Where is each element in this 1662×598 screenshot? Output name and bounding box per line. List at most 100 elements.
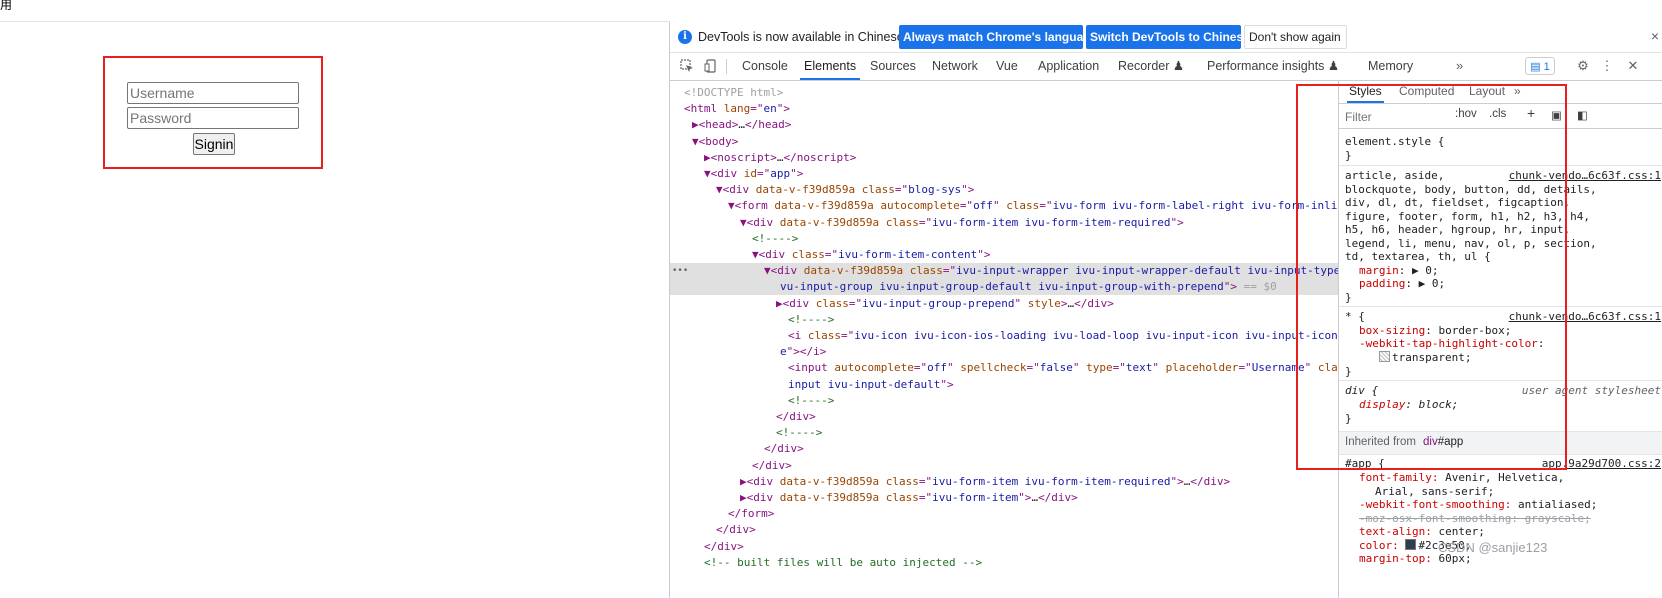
paint-icon[interactable]: ▣ [1551, 108, 1562, 122]
close-icon[interactable]: × [1651, 28, 1659, 44]
issues-badge[interactable]: ▤ 1 [1525, 57, 1555, 75]
close-devtools-icon[interactable]: ✕ [1626, 59, 1640, 73]
styles-filter-input[interactable] [1343, 106, 1447, 127]
watermark: CSDN @sanjie123 [1438, 540, 1548, 555]
device-toolbar-icon[interactable] [704, 59, 718, 73]
inherited-element-link[interactable]: div#app [1423, 436, 1463, 448]
rule3-selector: div { [1345, 384, 1379, 397]
info-icon: i [678, 30, 692, 44]
dom-node-line[interactable]: ▶<div data-v-f39d859a class="ivu-form-it… [670, 474, 1338, 490]
dom-node-line[interactable]: ▼<div data-v-f39d859a class="blog-sys"> [670, 182, 1338, 198]
dom-node-line[interactable]: ▼<div id="app"> [670, 166, 1338, 182]
dom-node-line[interactable]: <!-- built files will be auto injected -… [670, 555, 1338, 571]
dom-node-line[interactable]: ▼<body> [670, 134, 1338, 150]
more-subtabs-icon[interactable]: » [1514, 81, 1521, 103]
dom-node-line[interactable]: </form> [670, 506, 1338, 522]
css-property[interactable]: -webkit-tap-highlight-color: [1359, 337, 1544, 351]
dom-node-line[interactable]: <!----> [670, 312, 1338, 328]
tab-layout[interactable]: Layout [1469, 81, 1505, 103]
rule-source-link[interactable]: chunk-vendo…6c63f.css:1 [1509, 169, 1661, 182]
dom-node-line[interactable]: <html lang="en"> [670, 101, 1338, 117]
rule-divider [1339, 380, 1662, 381]
dom-node-line[interactable]: <!----> [670, 393, 1338, 409]
closing-brace: } [1345, 365, 1352, 378]
dom-node-line[interactable]: <!DOCTYPE html> [670, 85, 1338, 101]
dom-node-line[interactable]: <i class="ivu-icon ivu-icon-ios-loading … [670, 328, 1338, 344]
elements-tree[interactable]: <!DOCTYPE html> <html lang="en"> ▶<head>…<… [670, 81, 1338, 598]
rule1-selector-line: legend, li, menu, nav, ol, p, section, [1345, 236, 1597, 250]
dom-node-line[interactable]: ▶<div data-v-f39d859a class="ivu-form-it… [670, 490, 1338, 506]
rule4-selector: #app { [1345, 457, 1385, 470]
web-page-viewport: 用 Signin [0, 0, 670, 598]
dom-node-line[interactable]: </div> [670, 458, 1338, 474]
dom-node-line[interactable]: ▼<div data-v-f39d859a class="ivu-input-w… [670, 263, 1338, 280]
dom-node-line[interactable]: e"></i> [670, 344, 1338, 360]
tab-performance-insights[interactable]: Performance insights ♟ [1207, 53, 1339, 80]
tab-sources[interactable]: Sources [870, 53, 916, 80]
issues-count: 1 [1543, 61, 1550, 73]
devtools-tabbar: Console Elements Sources Network Vue App… [670, 53, 1662, 81]
dom-node-line[interactable]: ▼<form data-v-f39d859a autocomplete="off… [670, 198, 1338, 214]
inherited-label: Inherited from [1345, 436, 1416, 448]
devtools-panel: i DevTools is now available in Chinese! … [669, 22, 1662, 598]
match-language-button[interactable]: Always match Chrome's language [899, 25, 1097, 49]
css-property[interactable]: -webkit-font-smoothing: antialiased; [1359, 498, 1597, 512]
css-property[interactable]: text-align: center; [1359, 525, 1485, 539]
rule-source-link[interactable]: app.9a29d700.css:2 [1542, 457, 1661, 470]
css-property[interactable]: font-family: Avenir, Helvetica, [1359, 471, 1564, 485]
sidebar-toggle-icon[interactable]: ◧ [1577, 108, 1588, 122]
dom-node-line[interactable]: </div> [670, 441, 1338, 457]
styles-subtabs: Styles Computed Layout » [1339, 81, 1662, 104]
rule-source-link[interactable]: chunk-vendo…6c63f.css:1 [1509, 310, 1661, 323]
color-swatch[interactable] [1405, 538, 1417, 550]
hover-state-toggle[interactable]: :hov [1455, 108, 1477, 120]
dom-node-line[interactable]: </div> [670, 539, 1338, 555]
css-property[interactable]: padding: ▶ 0; [1359, 277, 1445, 291]
css-property[interactable]: Arial, sans-serif; [1375, 485, 1494, 499]
dom-node-line[interactable]: ▶<div class="ivu-input-group-prepend" st… [670, 296, 1338, 312]
dom-node-line[interactable]: <!----> [670, 231, 1338, 247]
username-input[interactable] [127, 82, 299, 104]
more-tabs-icon[interactable]: » [1456, 58, 1463, 73]
dom-node-line[interactable]: <!----> [670, 425, 1338, 441]
tab-memory[interactable]: Memory [1368, 53, 1413, 80]
dom-node-line[interactable]: </div> [670, 522, 1338, 538]
css-property[interactable]: -moz-osx-font-smoothing: grayscale; [1359, 512, 1591, 526]
inherited-header: Inherited from div#app [1339, 431, 1662, 455]
signin-button[interactable]: Signin [193, 133, 235, 155]
tab-recorder[interactable]: Recorder ♟ [1118, 53, 1184, 80]
css-value: transparent; [1379, 351, 1471, 365]
dom-node-line[interactable]: input ivu-input-default"> [670, 377, 1338, 393]
dom-node-line[interactable]: <input autocomplete="off" spellcheck="fa… [670, 360, 1338, 376]
dom-node-line[interactable]: ▼<div class="ivu-form-item-content"> [670, 247, 1338, 263]
inspect-element-icon[interactable] [680, 59, 694, 73]
switch-to-chinese-button[interactable]: Switch DevTools to Chinese [1086, 25, 1250, 49]
color-swatch[interactable] [1379, 351, 1390, 362]
tab-application[interactable]: Application [1038, 53, 1099, 80]
dom-node-line[interactable]: vu-input-group ivu-input-group-default i… [670, 279, 1338, 296]
tab-vue[interactable]: Vue [996, 53, 1018, 80]
dom-node-line[interactable]: ▶<noscript>…</noscript> [670, 150, 1338, 166]
tab-console[interactable]: Console [742, 53, 788, 80]
kebab-menu-icon[interactable]: ⋮ [1600, 59, 1614, 73]
toolbar-separator [726, 59, 727, 74]
tab-computed[interactable]: Computed [1399, 81, 1454, 103]
closing-brace: } [1345, 412, 1352, 425]
password-input[interactable] [127, 107, 299, 129]
tab-network[interactable]: Network [932, 53, 978, 80]
css-property[interactable]: box-sizing: border-box; [1359, 324, 1511, 338]
dom-node-line[interactable]: ▶<head>…</head> [670, 117, 1338, 133]
rule2-selector: * { [1345, 310, 1365, 323]
class-toggle[interactable]: .cls [1489, 108, 1506, 120]
tab-elements[interactable]: Elements [800, 53, 861, 80]
dont-show-again-button[interactable]: Don't show again [1244, 25, 1347, 49]
dom-node-line[interactable]: </div> [670, 409, 1338, 425]
dom-node-line[interactable]: ▼<div data-v-f39d859a class="ivu-form-it… [670, 215, 1338, 231]
language-infobar: i DevTools is now available in Chinese! … [670, 22, 1662, 53]
tab-styles[interactable]: Styles [1347, 81, 1384, 103]
node-actions-icon[interactable]: ••• [672, 263, 688, 279]
new-rule-icon[interactable]: + [1527, 105, 1535, 121]
css-property[interactable]: margin: ▶ 0; [1359, 264, 1439, 278]
gear-icon[interactable]: ⚙ [1576, 59, 1590, 73]
styles-toolbar: :hov .cls + ▣ ◧ [1339, 104, 1662, 129]
